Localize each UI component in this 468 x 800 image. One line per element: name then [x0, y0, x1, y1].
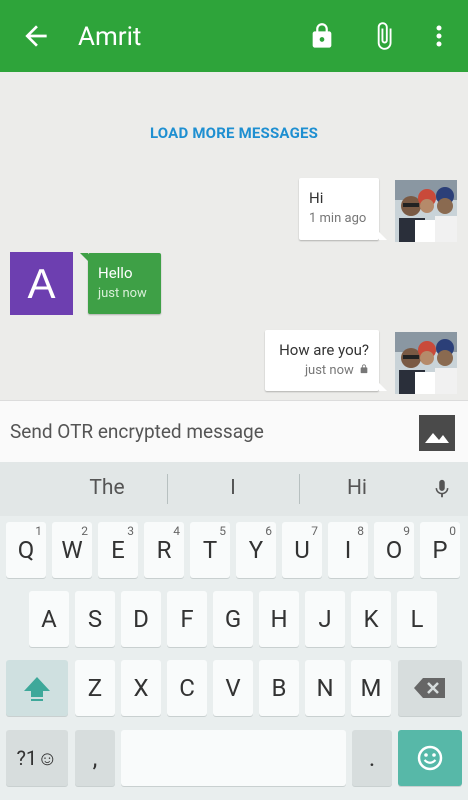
back-arrow-icon[interactable]: [20, 20, 52, 52]
contact-avatar: A: [10, 252, 73, 315]
suggestion-word[interactable]: I: [168, 476, 298, 500]
key-y[interactable]: Y6: [236, 522, 276, 578]
key-v[interactable]: V: [213, 660, 253, 716]
period-key[interactable]: .: [352, 730, 392, 786]
key-u[interactable]: U7: [282, 522, 322, 578]
message-input[interactable]: Send OTR encrypted message: [10, 420, 264, 443]
key-d[interactable]: D: [121, 591, 161, 647]
chat-area: LOAD MORE MESSAGES Hi 1 min ago A Hello …: [0, 72, 468, 400]
key-l[interactable]: L: [397, 591, 437, 647]
comma-key[interactable]: ,: [75, 730, 115, 786]
avatar-photo: [395, 332, 457, 394]
shift-key[interactable]: [6, 660, 68, 716]
key-s[interactable]: S: [75, 591, 115, 647]
key-k[interactable]: K: [351, 591, 391, 647]
app-bar: Amrit: [0, 0, 468, 72]
backspace-key[interactable]: [398, 660, 462, 716]
key-i[interactable]: I8: [328, 522, 368, 578]
key-j[interactable]: J: [305, 591, 345, 647]
key-m[interactable]: M: [351, 660, 391, 716]
message-text: How are you?: [279, 341, 369, 359]
backspace-icon: [414, 678, 445, 698]
message-text: Hello: [98, 264, 133, 282]
contact-name: Amrit: [78, 22, 142, 52]
suggestion-word[interactable]: The: [42, 476, 172, 500]
lock-icon[interactable]: [304, 18, 340, 54]
key-q[interactable]: Q1: [6, 522, 46, 578]
key-o[interactable]: O9: [374, 522, 414, 578]
key-b[interactable]: B: [259, 660, 299, 716]
suggestion-strip: The I Hi: [0, 462, 468, 516]
small-lock-icon: [359, 363, 369, 381]
key-x[interactable]: X: [121, 660, 161, 716]
message-time: 1 min ago: [309, 211, 367, 226]
message-time-text: just now: [304, 363, 354, 378]
shift-arrow-icon: [24, 677, 50, 701]
message-text: Hi: [309, 189, 324, 207]
space-key[interactable]: [121, 730, 346, 786]
compose-bar: Send OTR encrypted message: [0, 400, 468, 462]
microphone-icon[interactable]: [431, 474, 453, 508]
key-a[interactable]: A: [29, 591, 69, 647]
key-n[interactable]: N: [305, 660, 345, 716]
overflow-menu-icon[interactable]: [421, 18, 457, 54]
message-time: just now: [275, 362, 369, 381]
image-icon[interactable]: [419, 415, 455, 451]
key-f[interactable]: F: [167, 591, 207, 647]
message-bubble-incoming: Hello just now: [80, 253, 161, 314]
keyboard: The I Hi Q1 W2 E3 R4 T5 Y6 U7 I8 O9 P0 A…: [0, 462, 468, 800]
key-c[interactable]: C: [167, 660, 207, 716]
message-bubble-outgoing: How are you? just now: [265, 330, 387, 391]
load-more-button[interactable]: LOAD MORE MESSAGES: [0, 124, 468, 142]
key-w[interactable]: W2: [52, 522, 92, 578]
attachment-icon[interactable]: [366, 18, 402, 54]
symbols-key[interactable]: ?1☺: [6, 730, 68, 786]
suggestion-word[interactable]: Hi: [292, 476, 422, 500]
key-t[interactable]: T5: [190, 522, 230, 578]
message-time: just now: [98, 286, 147, 301]
avatar-photo: [395, 180, 457, 242]
key-e[interactable]: E3: [98, 522, 138, 578]
key-r[interactable]: R4: [144, 522, 184, 578]
key-g[interactable]: G: [213, 591, 253, 647]
smiley-icon: [417, 745, 443, 771]
message-bubble-outgoing: Hi 1 min ago: [299, 178, 387, 240]
key-p[interactable]: P0: [420, 522, 460, 578]
emoji-key[interactable]: [398, 730, 462, 786]
key-z[interactable]: Z: [75, 660, 115, 716]
key-h[interactable]: H: [259, 591, 299, 647]
